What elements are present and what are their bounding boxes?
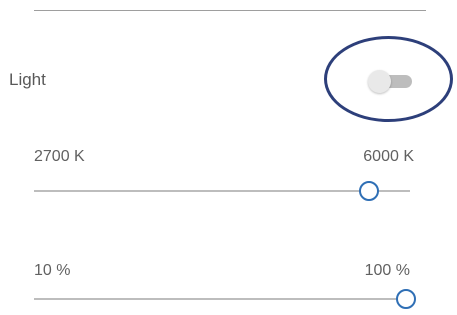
top-divider [34,10,426,11]
temperature-slider-track[interactable] [34,190,410,192]
brightness-max-label: 100 % [364,262,410,279]
brightness-slider-track[interactable] [34,298,410,300]
brightness-min-label: 10 % [34,262,71,279]
highlight-annotation-ellipse [324,36,453,122]
temperature-max-label: 6000 K [363,148,414,165]
temperature-min-label: 2700 K [34,148,85,165]
light-label: Light [9,70,46,89]
brightness-slider-thumb[interactable] [396,289,417,309]
temperature-slider-thumb[interactable] [358,181,379,201]
